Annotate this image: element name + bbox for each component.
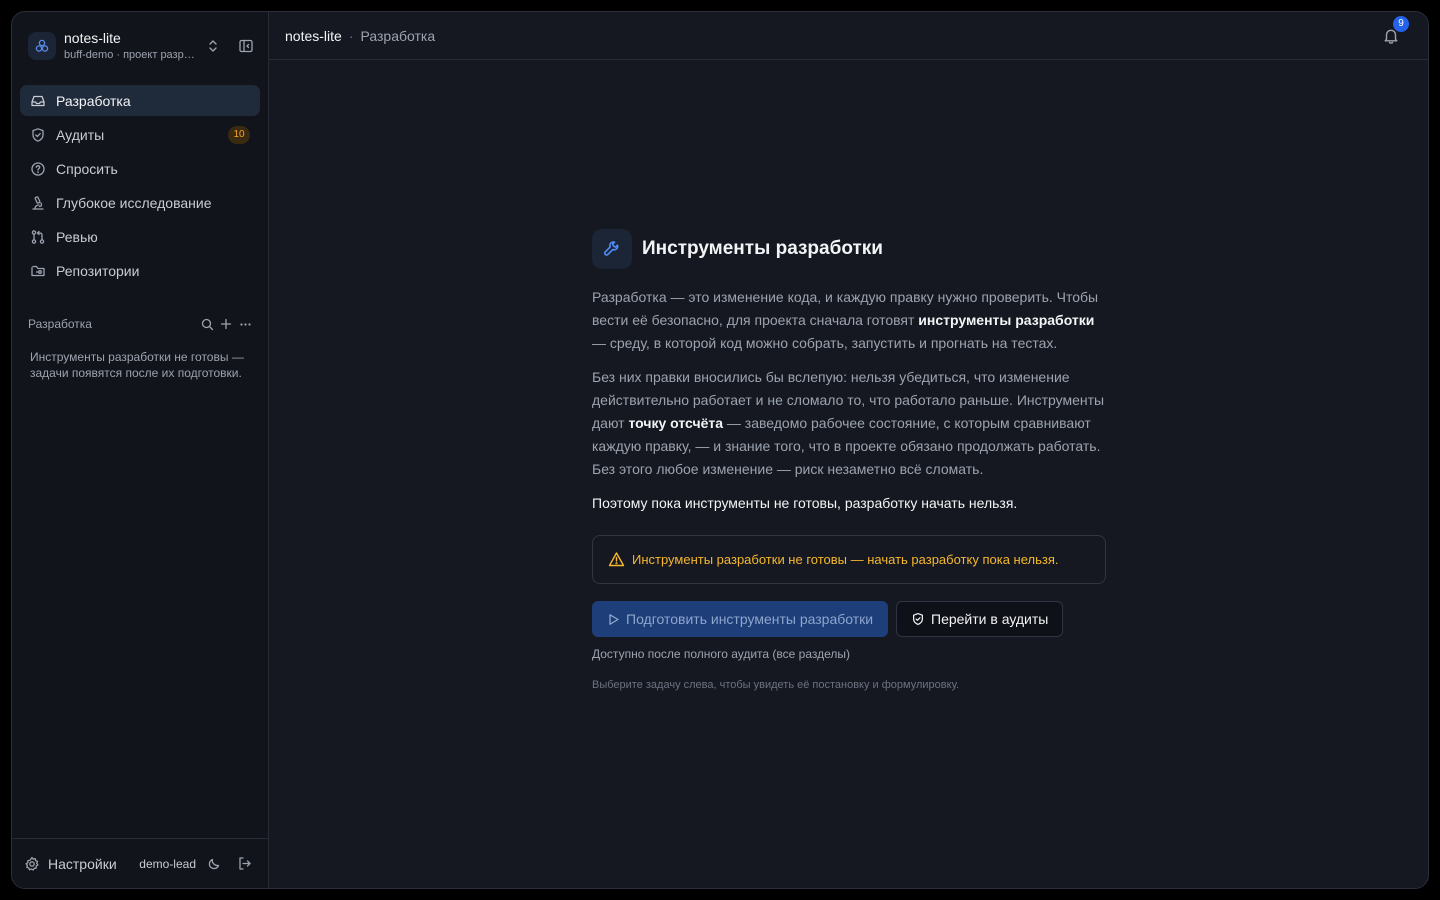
sidebar-toggle-icon[interactable] — [234, 34, 258, 58]
project-name: notes-lite — [64, 30, 121, 46]
current-user: demo-lead — [139, 856, 196, 871]
panel-title: Инструменты разработки — [642, 238, 883, 259]
play-icon — [606, 612, 620, 626]
project-logo-icon — [28, 32, 56, 60]
project-subtitle: buff-demo · проект разработки — [64, 49, 196, 61]
main-area: notes-lite · Разработка 9 Инструменты ра… — [269, 12, 1428, 888]
warning-alert: Инструменты разработки не готовы — начат… — [592, 535, 1106, 585]
more-horizontal-icon[interactable] — [238, 317, 252, 331]
sidebar: notes-lite buff-demo · проект разработки — [12, 12, 269, 888]
section-title: Разработка — [28, 317, 92, 331]
nav-label: Репозитории — [56, 262, 140, 279]
wrench-icon — [592, 229, 632, 269]
shield-check-icon — [911, 612, 925, 626]
breadcrumb-current: Разработка — [360, 27, 436, 44]
section-empty-state: Инструменты разработки не готовы — задач… — [30, 350, 244, 380]
notifications-button[interactable]: 9 — [1379, 15, 1409, 48]
text-segment: — среду, в которой код можно собрать, за… — [592, 334, 1058, 351]
selection-hint: Выберите задачу слева, чтобы увидеть её … — [592, 679, 960, 692]
project-switcher[interactable]: notes-lite buff-demo · проект разработки — [12, 12, 268, 80]
audits-count-badge: 10 — [228, 125, 250, 144]
microscope-icon — [30, 195, 46, 211]
search-icon[interactable] — [200, 317, 214, 331]
plus-icon[interactable] — [219, 317, 233, 331]
git-pull-request-icon — [30, 229, 46, 245]
chevron-up-down-icon[interactable] — [201, 34, 225, 58]
nav-label: Глубокое исследование — [56, 194, 212, 211]
nav-label: Разработка — [56, 92, 131, 109]
prepare-tools-label: Подготовить инструменты разработки — [626, 611, 874, 628]
nav-item-audits[interactable]: Аудиты 10 — [20, 119, 260, 150]
project-info: notes-lite buff-demo · проект разработки — [64, 29, 201, 63]
section-header: Разработка — [12, 315, 268, 333]
dev-tools-panel: Инструменты разработки Разработка — это … — [592, 229, 1106, 691]
alert-triangle-icon — [607, 551, 625, 569]
shield-check-icon — [30, 127, 46, 143]
nav-item-ask[interactable]: Спросить — [20, 153, 260, 184]
settings-button[interactable]: Настройки — [24, 856, 117, 872]
nav-item-development[interactable]: Разработка — [20, 85, 260, 116]
nav-label: Аудиты — [56, 126, 105, 143]
go-to-audits-label: Перейти в аудиты — [931, 611, 1049, 628]
inbox-icon — [30, 93, 46, 109]
go-to-audits-button[interactable]: Перейти в аудиты — [896, 601, 1064, 638]
notification-count-badge: 9 — [1393, 15, 1409, 32]
alert-text: Инструменты разработки не готовы — начат… — [632, 552, 1059, 568]
logout-icon[interactable] — [232, 852, 256, 876]
prepare-tools-button[interactable]: Подготовить инструменты разработки — [592, 601, 888, 638]
paragraph-intro: Разработка — это изменение кода, и кажду… — [592, 286, 1106, 354]
main-nav: Разработка Аудиты 10 Спросить Глубокое и… — [12, 80, 268, 289]
moon-icon[interactable] — [202, 852, 226, 876]
folder-git-icon — [30, 263, 46, 279]
nav-label: Ревью — [56, 228, 98, 245]
section-tools — [200, 317, 252, 331]
availability-note: Доступно после полного аудита (все разде… — [592, 647, 851, 662]
nav-item-deep-research[interactable]: Глубокое исследование — [20, 187, 260, 218]
settings-label: Настройки — [48, 855, 117, 872]
text-emphasis: инструменты разработки — [918, 311, 1095, 328]
breadcrumb-separator: · — [348, 27, 354, 44]
nav-item-review[interactable]: Ревью — [20, 221, 260, 252]
paragraph-why: Без них правки вносились бы вслепую: нел… — [592, 366, 1106, 480]
nav-label: Спросить — [56, 160, 118, 177]
panel-header: Инструменты разработки — [592, 229, 1106, 269]
paragraph-conclusion: Поэтому пока инструменты не готовы, разр… — [592, 495, 1018, 512]
app-window: notes-lite buff-demo · проект разработки — [11, 11, 1429, 889]
nav-item-repositories[interactable]: Репозитории — [20, 255, 260, 286]
action-buttons: Подготовить инструменты разработки Перей… — [592, 601, 1106, 638]
gear-icon — [24, 856, 40, 872]
help-circle-icon — [30, 161, 46, 177]
topbar: notes-lite · Разработка 9 — [269, 12, 1428, 60]
breadcrumb-root[interactable]: notes-lite — [285, 28, 342, 44]
text-emphasis: точку отсчёта — [628, 414, 723, 431]
sidebar-footer: Настройки demo-lead — [12, 838, 268, 888]
